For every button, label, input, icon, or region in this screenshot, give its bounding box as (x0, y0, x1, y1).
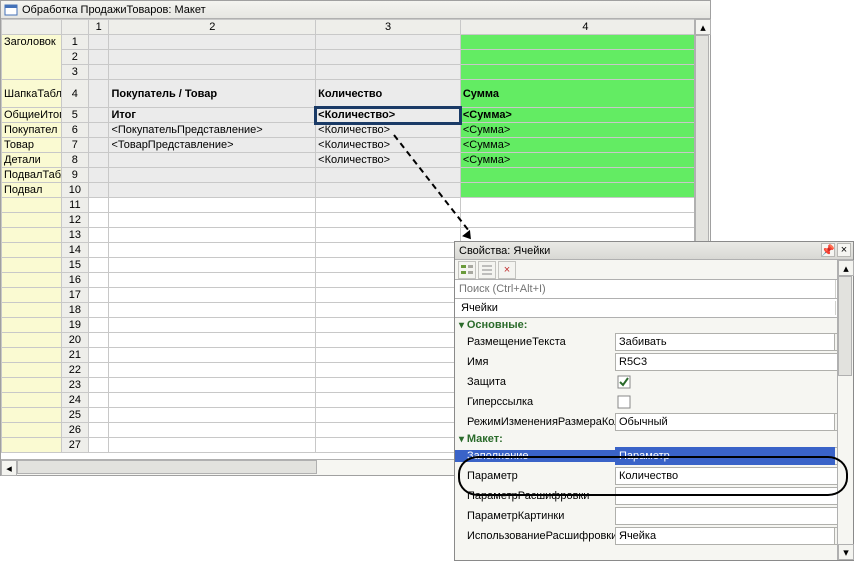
cell[interactable]: <Количество> (316, 153, 461, 168)
row-num[interactable]: 8 (61, 153, 88, 168)
cell-sum-param[interactable]: <Сумма> (460, 108, 710, 123)
cell[interactable]: <Сумма> (460, 123, 710, 138)
props-vertical-scrollbar[interactable]: ▴ ▾ (837, 260, 853, 560)
close-icon[interactable]: × (837, 243, 851, 257)
prop-label: Заполнение (455, 450, 615, 462)
row-num[interactable]: 7 (61, 138, 88, 153)
prop-row-fill: Заполнение Параметр▾ (455, 446, 853, 466)
row-num[interactable]: 6 (61, 123, 88, 138)
delete-icon[interactable]: × (498, 261, 516, 279)
properties-search: × (455, 280, 853, 299)
prop-row-drill-param: ПараметрРасшифровки (455, 486, 853, 506)
prop-row-parameter: Параметр Количество (455, 466, 853, 486)
search-input[interactable] (455, 280, 835, 298)
prop-row-protect: Защита (455, 372, 853, 392)
prop-label: ПараметрРасшифровки (455, 490, 615, 502)
prop-label: Параметр (455, 470, 615, 482)
prop-row-drill-use: ИспользованиеРасшифровки Ячейка▾ (455, 526, 853, 546)
section-podvaltabl[interactable]: ПодвалТабл (2, 168, 62, 183)
prop-row-textplacement: РазмещениеТекста Забивать▾ (455, 332, 853, 352)
section-zagolovok[interactable]: Заголовок (2, 35, 62, 80)
prop-row-pic-param: ПараметрКартинки (455, 506, 853, 526)
cell[interactable]: <Сумма> (460, 138, 710, 153)
row-num[interactable]: 2 (61, 50, 88, 65)
prop-value[interactable]: Ячейка (615, 527, 835, 545)
col-header-2[interactable]: 2 (109, 20, 316, 35)
group-maket[interactable]: Макет: (455, 432, 853, 446)
prop-label: РежимИзмененияРазмераКолонки (455, 416, 615, 428)
editor-title: Обработка ПродажиТоваров: Макет (22, 4, 206, 16)
app-icon (4, 3, 18, 17)
cell-buyer-header[interactable]: Покупатель / Товар (109, 80, 316, 108)
section-pokupatel[interactable]: Покупател (2, 123, 62, 138)
section-shapka[interactable]: ШапкаТабл (2, 80, 62, 108)
editor-title-bar: Обработка ПродажиТоваров: Макет (1, 1, 710, 19)
properties-title-bar: Свойства: Ячейки 📌 × (455, 242, 853, 260)
properties-toolbar: × (455, 260, 853, 280)
row-num[interactable]: 4 (61, 80, 88, 108)
section-tovar[interactable]: Товар (2, 138, 62, 153)
section-podval[interactable]: Подвал (2, 183, 62, 198)
scroll-left-button[interactable]: ◂ (1, 460, 17, 476)
properties-title: Свойства: Ячейки (459, 245, 550, 257)
prop-value[interactable] (615, 487, 849, 505)
cell[interactable]: <ПокупательПредставление> (109, 123, 316, 138)
prop-value[interactable]: Параметр (615, 447, 835, 465)
col-header-3[interactable]: 3 (316, 20, 461, 35)
prop-row-colresize: РежимИзмененияРазмераКолонки Обычный▾ (455, 412, 853, 432)
prop-label: ПараметрКартинки (455, 510, 615, 522)
prop-label: Защита (455, 376, 615, 388)
section-obshitogi[interactable]: ОбщиеИтог (2, 108, 62, 123)
prop-label: РазмещениеТекста (455, 336, 615, 348)
row-num[interactable]: 9 (61, 168, 88, 183)
prop-row-hyperlink: Гиперссылка (455, 392, 853, 412)
cell[interactable]: <Количество> (316, 123, 461, 138)
prop-label: Имя (455, 356, 615, 368)
pin-icon[interactable]: 📌 (821, 243, 835, 257)
row-num[interactable]: 10 (61, 183, 88, 198)
cell-qty-header[interactable]: Количество (316, 80, 461, 108)
prop-label: ИспользованиеРасшифровки (455, 530, 615, 542)
col-header-4[interactable]: 4 (460, 20, 710, 35)
sort-categorized-icon[interactable] (458, 261, 476, 279)
prop-value[interactable]: Обычный (615, 413, 835, 431)
section-detali[interactable]: Детали (2, 153, 62, 168)
scroll-up-button[interactable]: ▴ (695, 19, 711, 35)
cell[interactable]: <Количество> (316, 138, 461, 153)
object-selector[interactable]: ▾ (455, 299, 853, 318)
cell[interactable]: <ТоварПредставление> (109, 138, 316, 153)
col-header[interactable] (61, 20, 88, 35)
sort-alpha-icon[interactable] (478, 261, 496, 279)
cell-sum-header[interactable]: Сумма (460, 80, 710, 108)
checkbox-unchecked[interactable] (615, 393, 633, 411)
corner-cell[interactable] (2, 20, 62, 35)
prop-value[interactable]: R5C3 (615, 353, 849, 371)
prop-value[interactable] (615, 507, 849, 525)
checkbox-checked[interactable] (615, 373, 633, 391)
cell-itog[interactable]: Итог (109, 108, 316, 123)
properties-panel: Свойства: Ячейки 📌 × × × ▾ Основные: Раз… (454, 241, 854, 561)
prop-value[interactable]: Количество (615, 467, 849, 485)
prop-row-name: Имя R5C3 (455, 352, 853, 372)
cell-selected-qty[interactable]: <Количество> (316, 108, 461, 123)
cell[interactable]: <Сумма> (460, 153, 710, 168)
row-num[interactable]: 1 (61, 35, 88, 50)
scroll-down-button[interactable]: ▾ (838, 544, 854, 560)
object-name-input[interactable] (459, 301, 835, 315)
scroll-up-button[interactable]: ▴ (838, 260, 854, 276)
group-basic[interactable]: Основные: (455, 318, 853, 332)
row-num[interactable]: 5 (61, 108, 88, 123)
prop-value[interactable]: Забивать (615, 333, 835, 351)
scroll-thumb-v[interactable] (838, 276, 852, 376)
col-header-1[interactable]: 1 (88, 20, 109, 35)
scroll-thumb-h[interactable] (17, 460, 317, 474)
row-num[interactable]: 3 (61, 65, 88, 80)
prop-label: Гиперссылка (455, 396, 615, 408)
